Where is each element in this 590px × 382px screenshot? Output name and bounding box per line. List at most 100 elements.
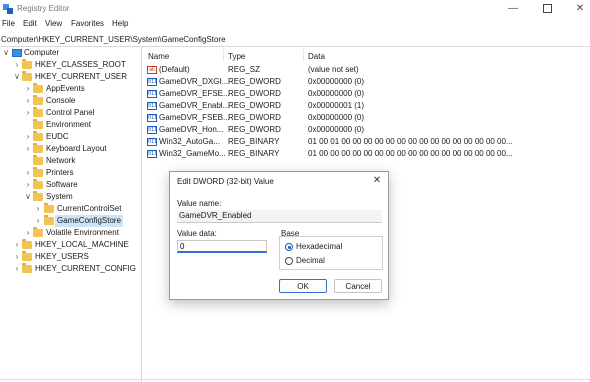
ok-button[interactable]: OK	[279, 279, 327, 293]
decimal-radio[interactable]	[285, 257, 293, 265]
tree-item-label: System	[46, 192, 73, 201]
tree-item-label: AppEvents	[46, 84, 85, 93]
folder-icon	[33, 179, 43, 189]
cancel-button[interactable]: Cancel	[334, 279, 382, 293]
value-data-label: Value data:	[177, 229, 217, 238]
value-row-default[interactable]: ab (Default) REG_SZ (value not set)	[143, 64, 590, 76]
tree-item-label: Volatile Environment	[46, 228, 119, 237]
menu-edit[interactable]: Edit	[23, 19, 37, 28]
value-row[interactable]: 011 GameDVR_FSEB... REG_DWORD 0x00000000…	[143, 112, 590, 124]
hexadecimal-radio[interactable]	[285, 243, 293, 251]
value-data: 0x00000000 (0)	[308, 125, 365, 134]
menu-favorites[interactable]: Favorites	[71, 19, 104, 28]
tree-item-network[interactable]: Network	[0, 155, 140, 167]
tree-item-computer[interactable]: ∨ Computer	[0, 47, 140, 59]
tree-item-appevents[interactable]: › AppEvents	[0, 83, 140, 95]
folder-icon	[44, 203, 54, 213]
chevron-right-icon[interactable]: ›	[34, 215, 42, 227]
chevron-right-icon[interactable]: ›	[13, 239, 21, 251]
binary-value-icon: 011	[147, 78, 158, 86]
maximize-icon	[542, 3, 552, 13]
tree-item-hkey-current-config[interactable]: › HKEY_CURRENT_CONFIG	[0, 263, 140, 275]
tree-item-label: Software	[46, 180, 78, 189]
folder-icon	[33, 227, 43, 237]
value-type: REG_DWORD	[228, 77, 281, 86]
chevron-right-icon[interactable]: ›	[24, 227, 32, 239]
folder-icon	[33, 167, 43, 177]
value-data: (value not set)	[308, 65, 359, 74]
menu-view[interactable]: View	[45, 19, 62, 28]
hexadecimal-label[interactable]: Hexadecimal	[296, 242, 342, 251]
binary-value-icon: 011	[147, 90, 158, 98]
column-divider[interactable]	[303, 49, 304, 61]
dialog-title: Edit DWORD (32-bit) Value	[177, 177, 274, 186]
tree-item-hkey-classes-root[interactable]: › HKEY_CLASSES_ROOT	[0, 59, 140, 71]
value-type: REG_DWORD	[228, 101, 281, 110]
column-header-name[interactable]: Name	[148, 52, 169, 61]
tree-item-gameconfigstore[interactable]: › GameConfigStore	[0, 215, 140, 227]
menu-help[interactable]: Help	[112, 19, 128, 28]
tree-item-label: CurrentControlSet	[57, 204, 122, 213]
chevron-down-icon[interactable]: ∨	[13, 71, 21, 83]
value-row[interactable]: 011 GameDVR_Enabl... REG_DWORD 0x0000000…	[143, 100, 590, 112]
tree-item-hkey-users[interactable]: › HKEY_USERS	[0, 251, 140, 263]
value-name: GameDVR_DXGI...	[159, 77, 229, 86]
folder-icon	[33, 107, 43, 117]
tree-item-system[interactable]: ∨ System	[0, 191, 140, 203]
decimal-label[interactable]: Decimal	[296, 256, 325, 265]
tree-item-console[interactable]: › Console	[0, 95, 140, 107]
folder-icon	[33, 131, 43, 141]
tree-item-currentcontrolset[interactable]: › CurrentControlSet	[0, 203, 140, 215]
column-header-data[interactable]: Data	[308, 52, 325, 61]
value-name-field: GameDVR_Enabled	[177, 210, 382, 223]
chevron-right-icon[interactable]: ›	[24, 143, 32, 155]
chevron-right-icon[interactable]: ›	[13, 59, 21, 71]
address-bar[interactable]: Computer\HKEY_CURRENT_USER\System\GameCo…	[0, 34, 590, 47]
binary-value-icon: 011	[147, 138, 158, 146]
chevron-right-icon[interactable]: ›	[13, 263, 21, 275]
value-type: REG_DWORD	[228, 125, 281, 134]
tree-item-hkey-current-user[interactable]: ∨ HKEY_CURRENT_USER	[0, 71, 140, 83]
column-header-type[interactable]: Type	[228, 52, 245, 61]
chevron-right-icon[interactable]: ›	[24, 83, 32, 95]
tree-item-environment[interactable]: Environment	[0, 119, 140, 131]
menu-file[interactable]: File	[2, 19, 15, 28]
tree-item-eudc[interactable]: › EUDC	[0, 131, 140, 143]
tree-item-label: Computer	[24, 48, 60, 57]
value-data-input[interactable]	[177, 240, 267, 253]
value-row[interactable]: 011 GameDVR_DXGI... REG_DWORD 0x00000000…	[143, 76, 590, 88]
value-name: Win32_GameMo...	[159, 149, 226, 158]
tree-item-keyboard-layout[interactable]: › Keyboard Layout	[0, 143, 140, 155]
close-button[interactable]: ✕	[560, 0, 590, 18]
string-value-icon: ab	[147, 66, 157, 74]
edit-dword-dialog: Edit DWORD (32-bit) Value ✕ Value name: …	[169, 171, 389, 300]
value-name: GameDVR_EFSE...	[159, 89, 230, 98]
tree-item-hkey-local-machine[interactable]: › HKEY_LOCAL_MACHINE	[0, 239, 140, 251]
chevron-down-icon[interactable]: ∨	[2, 47, 10, 59]
tree-item-label: HKEY_CURRENT_USER	[35, 72, 128, 81]
tree-item-label: GameConfigStore	[55, 215, 124, 227]
value-row[interactable]: 011 Win32_GameMo... REG_BINARY 01 00 00 …	[143, 148, 590, 160]
value-row[interactable]: 011 GameDVR_Hon... REG_DWORD 0x00000000 …	[143, 124, 590, 136]
dialog-close-button[interactable]: ✕	[370, 174, 384, 188]
chevron-right-icon[interactable]: ›	[13, 251, 21, 263]
value-row[interactable]: 011 GameDVR_EFSE... REG_DWORD 0x00000000…	[143, 88, 590, 100]
tree-item-volatile-environment[interactable]: › Volatile Environment	[0, 227, 140, 239]
pane-splitter[interactable]	[141, 47, 142, 382]
chevron-right-icon[interactable]: ›	[24, 179, 32, 191]
chevron-right-icon[interactable]: ›	[24, 131, 32, 143]
chevron-right-icon[interactable]: ›	[34, 203, 42, 215]
column-divider[interactable]	[223, 49, 224, 61]
tree-item-label: HKEY_LOCAL_MACHINE	[35, 240, 129, 249]
tree-item-printers[interactable]: › Printers	[0, 167, 140, 179]
chevron-right-icon[interactable]: ›	[24, 95, 32, 107]
value-row[interactable]: 011 Win32_AutoGa... REG_BINARY 01 00 01 …	[143, 136, 590, 148]
tree-item-control-panel[interactable]: › Control Panel	[0, 107, 140, 119]
value-name: (Default)	[159, 65, 190, 74]
tree-item-software[interactable]: › Software	[0, 179, 140, 191]
chevron-down-icon[interactable]: ∨	[24, 191, 32, 203]
value-name-text: GameDVR_Enabled	[179, 211, 252, 220]
chevron-right-icon[interactable]: ›	[24, 107, 32, 119]
chevron-right-icon[interactable]: ›	[24, 167, 32, 179]
value-type: REG_BINARY	[228, 137, 280, 146]
